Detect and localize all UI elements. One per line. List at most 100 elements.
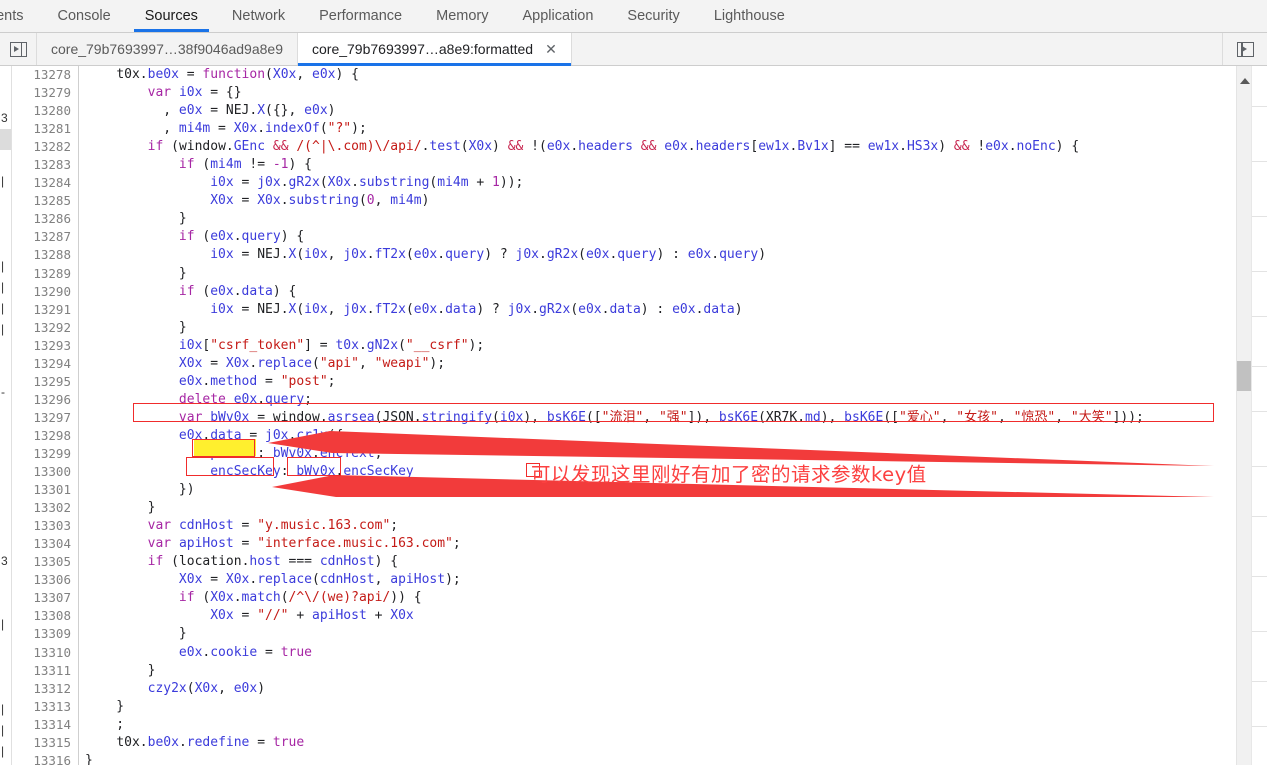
panel-tab-elements[interactable]: ments: [0, 0, 41, 32]
code-line[interactable]: }: [79, 499, 1252, 517]
panel-tab-label: Console: [57, 8, 111, 24]
navigator-collapsed-strip[interactable]: 3|||||-3|||||: [0, 66, 12, 765]
panel-tab-security[interactable]: Security: [610, 0, 696, 32]
devtools-window: ments Console Sources Network Performanc…: [0, 0, 1267, 765]
vertical-scrollbar[interactable]: [1236, 66, 1252, 765]
code-line[interactable]: if (window.GEnc && /(^|\.com)\/api/.test…: [79, 138, 1252, 156]
code-line[interactable]: delete e0x.query;: [79, 391, 1252, 409]
navigator-row[interactable]: [0, 425, 11, 446]
navigator-row[interactable]: [0, 467, 11, 488]
navigator-row[interactable]: [0, 488, 11, 509]
code-line[interactable]: e0x.data = j0x.cr1x({: [79, 427, 1252, 445]
code-line[interactable]: X0x = X0x.substring(0, mi4m): [79, 192, 1252, 210]
code-line[interactable]: t0x.be0x = function(X0x, e0x) {: [79, 66, 1252, 84]
code-line[interactable]: e0x.method = "post";: [79, 373, 1252, 391]
code-line[interactable]: ;: [79, 716, 1252, 734]
code-line[interactable]: i0x = NEJ.X(i0x, j0x.fT2x(e0x.data) ? j0…: [79, 301, 1252, 319]
navigator-row[interactable]: [0, 235, 11, 256]
navigator-row[interactable]: 3: [0, 551, 11, 572]
code-line[interactable]: }: [79, 752, 1252, 765]
code-line[interactable]: }: [79, 210, 1252, 228]
code-line[interactable]: if (e0x.data) {: [79, 283, 1252, 301]
navigator-row[interactable]: |: [0, 319, 11, 340]
navigator-row[interactable]: [0, 509, 11, 530]
panel-tab-performance[interactable]: Performance: [302, 0, 419, 32]
navigator-row[interactable]: [0, 150, 11, 171]
file-tab-core-formatted[interactable]: core_79b7693997…a8e9:formatted ✕: [298, 33, 572, 66]
vertical-scroll-thumb[interactable]: [1237, 361, 1252, 391]
navigator-row[interactable]: [0, 404, 11, 425]
code-line[interactable]: }): [79, 481, 1252, 499]
code-line[interactable]: if (X0x.match(/^\/(we)?api/)) {: [79, 589, 1252, 607]
panel-tab-application[interactable]: Application: [505, 0, 610, 32]
code-line[interactable]: if (e0x.query) {: [79, 228, 1252, 246]
navigator-row[interactable]: [0, 636, 11, 657]
code-line[interactable]: if (location.host === cdnHost) {: [79, 553, 1252, 571]
code-line[interactable]: i0x["csrf_token"] = t0x.gN2x("__csrf");: [79, 337, 1252, 355]
navigator-row[interactable]: [0, 214, 11, 235]
code-line[interactable]: }: [79, 625, 1252, 643]
code-line[interactable]: }: [79, 698, 1252, 716]
code-line[interactable]: X0x = X0x.replace("api", "weapi");: [79, 355, 1252, 373]
navigator-row[interactable]: 3: [0, 108, 11, 129]
navigator-row[interactable]: |: [0, 699, 11, 720]
show-debugger-sidebar-icon[interactable]: [1222, 33, 1267, 65]
navigator-row[interactable]: |: [0, 298, 11, 319]
navigator-row[interactable]: [0, 87, 11, 108]
line-number: 13308: [33, 608, 71, 624]
navigator-row[interactable]: [0, 361, 11, 382]
navigator-row[interactable]: [0, 193, 11, 214]
file-tab-core-original[interactable]: core_79b7693997…38f9046ad9a8e9: [37, 33, 298, 65]
code-line[interactable]: czy2x(X0x, e0x): [79, 680, 1252, 698]
code-line[interactable]: if (mi4m != -1) {: [79, 156, 1252, 174]
code-token: (: [194, 283, 211, 299]
scroll-up-arrow-icon[interactable]: [1240, 78, 1250, 84]
show-navigator-icon[interactable]: [0, 33, 37, 65]
navigator-row[interactable]: |: [0, 171, 11, 192]
navigator-row[interactable]: [0, 66, 11, 87]
code-line[interactable]: }: [79, 265, 1252, 283]
source-code-editor[interactable]: 13278 13279 13280 13281 13282 13283 13284 13285…: [12, 66, 1252, 765]
code-line[interactable]: }: [79, 319, 1252, 337]
navigator-row[interactable]: [0, 129, 11, 151]
navigator-row[interactable]: [0, 572, 11, 593]
panel-tab-memory[interactable]: Memory: [419, 0, 505, 32]
code-line[interactable]: var bWv0x = window.asrsea(JSON.stringify…: [79, 409, 1252, 427]
rail-tick: [1252, 516, 1267, 517]
code-line[interactable]: var cdnHost = "y.music.163.com";: [79, 517, 1252, 535]
code-token: e0x: [546, 139, 571, 155]
navigator-row[interactable]: -: [0, 382, 11, 403]
code-line[interactable]: , e0x = NEJ.X({}, e0x): [79, 102, 1252, 120]
code-line[interactable]: i0x = NEJ.X(i0x, j0x.fT2x(e0x.query) ? j…: [79, 246, 1252, 264]
code-line[interactable]: e0x.cookie = true: [79, 644, 1252, 662]
code-line[interactable]: , mi4m = X0x.indexOf("?");: [79, 120, 1252, 138]
code-line[interactable]: encSecKey: bWv0x.encSecKey: [79, 463, 1252, 481]
panel-tab-lighthouse[interactable]: Lighthouse: [697, 0, 802, 32]
code-line[interactable]: params: bWv0x.encText,: [79, 445, 1252, 463]
code-token: (: [280, 590, 289, 606]
navigator-row[interactable]: [0, 678, 11, 699]
panel-tab-network[interactable]: Network: [215, 0, 302, 32]
code-line[interactable]: var apiHost = "interface.music.163.com";: [79, 535, 1252, 553]
code-token: .: [280, 175, 289, 191]
navigator-row[interactable]: |: [0, 256, 11, 277]
navigator-row[interactable]: [0, 593, 11, 614]
code-line[interactable]: X0x = "//" + apiHost + X0x: [79, 607, 1252, 625]
close-icon[interactable]: ✕: [545, 42, 557, 56]
navigator-row[interactable]: |: [0, 614, 11, 635]
navigator-row[interactable]: |: [0, 277, 11, 298]
navigator-row[interactable]: [0, 657, 11, 678]
code-line[interactable]: t0x.be0x.redefine = true: [79, 734, 1252, 752]
code-line[interactable]: i0x = j0x.gR2x(X0x.substring(mi4m + 1));: [79, 174, 1252, 192]
navigator-row[interactable]: [0, 446, 11, 467]
code-line[interactable]: X0x = X0x.replace(cdnHost, apiHost);: [79, 571, 1252, 589]
navigator-row[interactable]: |: [0, 720, 11, 741]
code-content[interactable]: t0x.be0x = function(X0x, e0x) { var i0x …: [79, 66, 1252, 765]
navigator-row[interactable]: |: [0, 741, 11, 762]
panel-tab-sources[interactable]: Sources: [128, 0, 215, 32]
code-line[interactable]: var i0x = {}: [79, 84, 1252, 102]
code-line[interactable]: }: [79, 662, 1252, 680]
panel-tab-console[interactable]: Console: [41, 0, 128, 32]
navigator-row[interactable]: [0, 530, 11, 551]
navigator-row[interactable]: [0, 340, 11, 361]
